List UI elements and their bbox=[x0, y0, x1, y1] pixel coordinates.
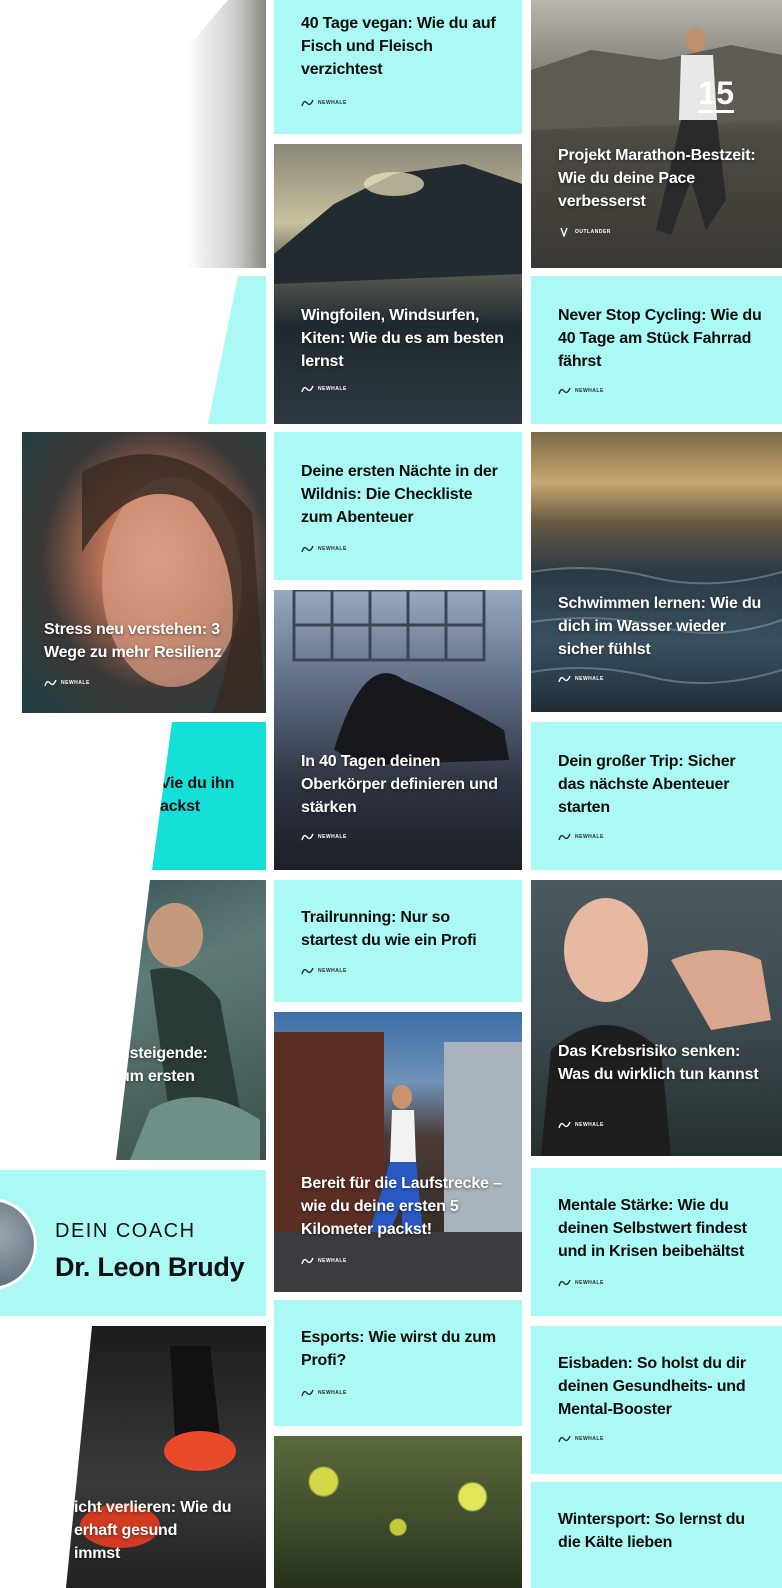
article-title: Das Krebsrisiko senken: Was du wirklich … bbox=[558, 1043, 759, 1083]
brand-label: OUTLANDER bbox=[558, 227, 611, 237]
brand-label: NEWHALE bbox=[558, 674, 604, 684]
article-title: : bbox=[218, 309, 224, 326]
brand-label: NEWHALE bbox=[301, 1256, 347, 1266]
coach-avatar bbox=[0, 1198, 37, 1290]
article-tile-laufstrecke[interactable]: Bereit für die Laufstrecke – wie du dein… bbox=[274, 1012, 522, 1292]
article-title: Dein großer Trip: Sicher das nächste Abe… bbox=[558, 753, 736, 816]
workout-photo bbox=[130, 903, 260, 1160]
portrait-photo bbox=[82, 454, 266, 713]
brand-label: NEWHALE bbox=[558, 386, 604, 396]
article-title: Never Stop Cycling: Wie du 40 Tage am St… bbox=[558, 307, 762, 370]
article-title: Projekt Marathon-Bestzeit: Wie du deine … bbox=[558, 147, 756, 210]
article-tile-marathon[interactable]: 15 Projekt Marathon-Bestzeit: Wie du dei… bbox=[531, 0, 782, 268]
left-partial-photo-1[interactable] bbox=[0, 0, 266, 268]
article-tile-oberkoerper[interactable]: In 40 Tagen deinen Oberkörper definieren… bbox=[274, 590, 522, 870]
open-water-photo bbox=[531, 567, 782, 685]
article-title: Eisbaden: So holst du dir deinen Gesundh… bbox=[558, 1355, 746, 1418]
brand-logo-icon bbox=[558, 675, 571, 683]
article-tile-wildnis[interactable]: Deine ersten Nächte in der Wildnis: Die … bbox=[274, 432, 522, 580]
coach-card[interactable]: DEIN COACH Dr. Leon Brudy bbox=[0, 1170, 266, 1316]
brand-label: NEWHALE bbox=[44, 678, 90, 688]
brand-label: NEWHALE bbox=[301, 966, 347, 976]
article-title: Wingfoilen, Windsurfen, Kiten: Wie du es… bbox=[301, 307, 504, 370]
article-tile-wingfoil[interactable]: Wingfoilen, Windsurfen, Kiten: Wie du es… bbox=[274, 144, 522, 424]
brand-label: NEWHALE bbox=[558, 832, 604, 842]
issue-number: 15 bbox=[698, 75, 734, 113]
article-title: Esports: Wie wirst du zum Profi? bbox=[301, 1329, 496, 1369]
article-title: Trailrunning: Nur so startest du wie ein… bbox=[301, 909, 477, 949]
brand-logo-icon bbox=[560, 227, 568, 237]
article-title: Vie du ihn ackst bbox=[160, 775, 235, 815]
brand-logo-icon bbox=[301, 1257, 314, 1265]
article-tile-wintersport[interactable]: Wintersport: So lernst du die Kälte lieb… bbox=[531, 1482, 782, 1588]
brand-label: NEWHALE bbox=[301, 98, 347, 108]
article-tile-vegan[interactable]: 40 Tage vegan: Wie du auf Fisch und Flei… bbox=[274, 0, 522, 134]
article-title: 40 Tage vegan: Wie du auf Fisch und Flei… bbox=[301, 15, 496, 78]
article-tile-eisbaden[interactable]: Eisbaden: So holst du dir deinen Gesundh… bbox=[531, 1326, 782, 1474]
coach-name: Dr. Leon Brudy bbox=[55, 1252, 245, 1282]
brand-label: NEWHALE bbox=[301, 1388, 347, 1398]
brand-logo-icon bbox=[301, 833, 314, 841]
brand-label: NEWHALE bbox=[301, 832, 347, 842]
brand-label: NEWHALE bbox=[558, 1120, 604, 1130]
brand-logo-icon bbox=[558, 387, 571, 395]
article-tile-schwimmen[interactable]: Schwimmen lernen: Wie du dich im Wasser … bbox=[531, 432, 782, 712]
article-title: Wintersport: So lernst du die Kälte lieb… bbox=[558, 1511, 745, 1551]
brand-logo-icon bbox=[301, 545, 314, 553]
article-tile-mentale-staerke[interactable]: Mentale Stärke: Wie du deinen Selbstwert… bbox=[531, 1168, 782, 1316]
portrait-flex-photo bbox=[541, 898, 771, 1156]
mountain-lake-photo bbox=[274, 164, 522, 284]
article-tile-trip[interactable]: Dein großer Trip: Sicher das nächste Abe… bbox=[531, 722, 782, 870]
brand-label: NEWHALE bbox=[301, 544, 347, 554]
brand-logo-icon bbox=[301, 1389, 314, 1397]
left-partial-tile-1[interactable]: : bbox=[208, 276, 266, 424]
brand-logo-icon bbox=[558, 833, 571, 841]
brand-logo-icon bbox=[301, 385, 314, 393]
left-partial-tile-2[interactable]: Vie du ihn ackst bbox=[152, 722, 266, 870]
brand-logo-icon bbox=[558, 1279, 571, 1287]
article-tile-esports[interactable]: Esports: Wie wirst du zum Profi? NEWHALE bbox=[274, 1300, 522, 1426]
coach-label: DEIN COACH bbox=[55, 1220, 196, 1242]
article-tile-cycling[interactable]: Never Stop Cycling: Wie du 40 Tage am St… bbox=[531, 276, 782, 424]
left-partial-photo-2[interactable]: nsteigende: um ersten bbox=[116, 880, 266, 1160]
article-title: In 40 Tagen deinen Oberkörper definieren… bbox=[301, 753, 498, 816]
left-partial-photo-3[interactable]: icht verlieren: Wie du erhaft gesund imm… bbox=[66, 1326, 266, 1588]
brand-logo-icon bbox=[44, 679, 57, 687]
brand-logo-icon bbox=[301, 967, 314, 975]
article-title: Deine ersten Nächte in der Wildnis: Die … bbox=[301, 463, 498, 526]
article-title: Mentale Stärke: Wie du deinen Selbstwert… bbox=[558, 1197, 747, 1260]
brand-label: NEWHALE bbox=[301, 384, 347, 394]
crowd-photo-tile[interactable] bbox=[274, 1436, 522, 1588]
article-title: Schwimmen lernen: Wie du dich im Wasser … bbox=[558, 595, 762, 658]
article-title: icht verlieren: Wie du erhaft gesund imm… bbox=[74, 1499, 232, 1562]
article-title: Bereit für die Laufstrecke – wie du dein… bbox=[301, 1175, 502, 1238]
brand-label: NEWHALE bbox=[558, 1434, 604, 1444]
brand-logo-icon bbox=[558, 1121, 571, 1129]
article-tile-stress[interactable]: Stress neu verstehen: 3 Wege zu mehr Res… bbox=[22, 432, 266, 713]
article-title: nsteigende: um ersten bbox=[120, 1045, 208, 1085]
brand-label: NEWHALE bbox=[558, 1278, 604, 1288]
workout-window-photo bbox=[292, 590, 509, 765]
article-tile-trailrunning[interactable]: Trailrunning: Nur so startest du wie ein… bbox=[274, 880, 522, 1002]
city-runner-photo bbox=[274, 1032, 522, 1292]
brand-logo-icon bbox=[558, 1435, 571, 1443]
brand-logo-icon bbox=[301, 99, 314, 107]
article-title: Stress neu verstehen: 3 Wege zu mehr Res… bbox=[44, 621, 222, 661]
article-tile-krebsrisiko[interactable]: Das Krebsrisiko senken: Was du wirklich … bbox=[531, 880, 782, 1156]
